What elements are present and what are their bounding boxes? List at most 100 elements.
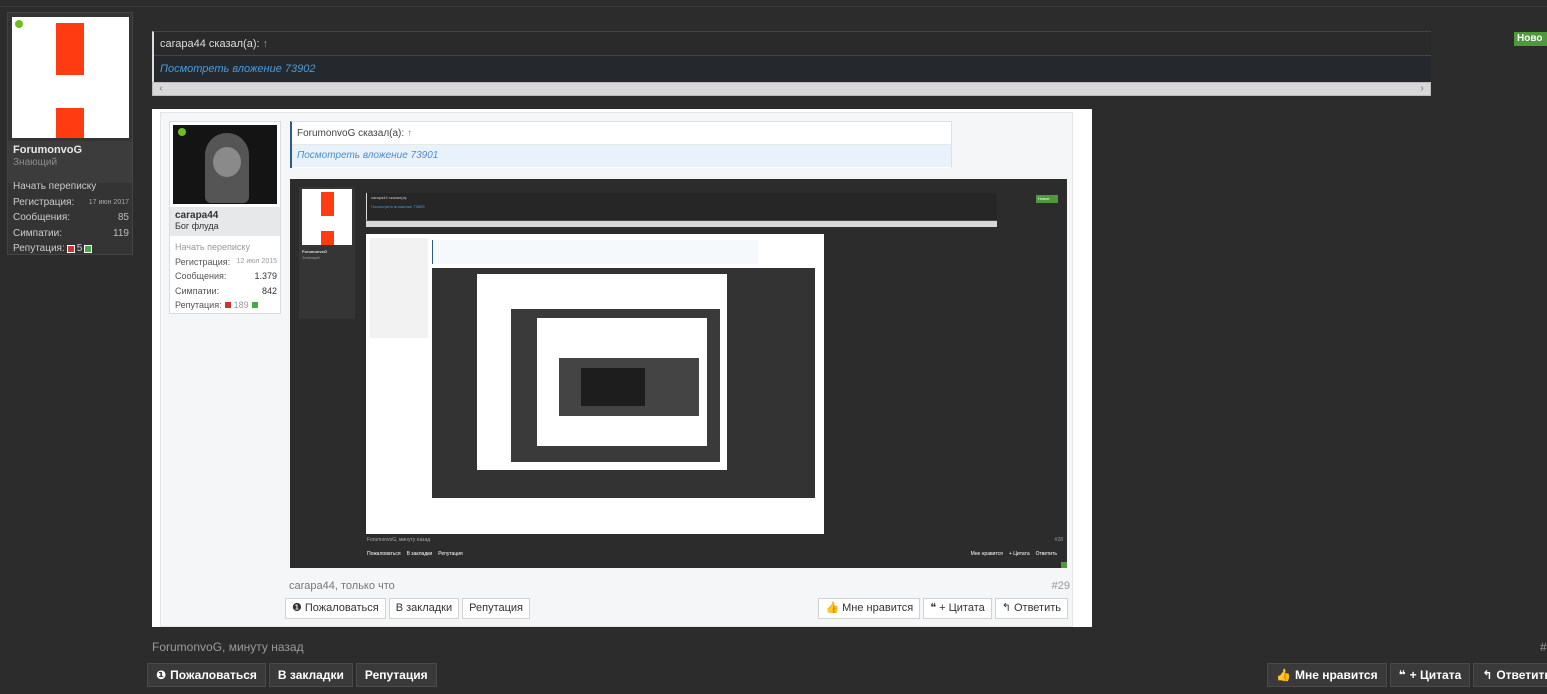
- embedded-like-button: 👍 Мне нравится: [818, 598, 921, 619]
- avatar-figure-detail: [213, 147, 241, 177]
- nested-post-meta: ForumonvoG, минуту назад: [367, 537, 431, 543]
- quote-header: сarapa44 сказал(а): ↑: [154, 32, 1431, 56]
- scroll-left-icon[interactable]: ‹: [155, 83, 167, 95]
- embedded-messages-row: Сообщения: 1.379: [175, 271, 277, 282]
- embedded-reputation-row: Репутация: 189: [175, 298, 277, 313]
- embedded-post-panel: сarapa44 Бог флуда Начать переписку Реги…: [160, 112, 1073, 627]
- user-title: Знающий: [13, 157, 58, 168]
- likes-row: Симпатии: 119: [13, 227, 129, 239]
- nested-new-badge: Новое: [1036, 195, 1058, 203]
- nested-dark-post-3: [559, 358, 699, 416]
- nested-report-button: Пожаловаться: [367, 551, 401, 557]
- online-indicator: [15, 20, 23, 28]
- alert-icon: ❶: [156, 668, 167, 682]
- post-buttons-left: ❶ Пожаловаться В закладки Репутация: [147, 663, 437, 687]
- nested-dark-post: [432, 268, 815, 498]
- nested-light-quote: [432, 240, 758, 264]
- nested-buttons-left: Пожаловаться В закладки Репутация: [367, 551, 463, 557]
- nested-photo: [581, 368, 645, 406]
- embedded-reputation-button: Репутация: [462, 598, 531, 619]
- nested-scrollbar: [366, 221, 997, 227]
- like-button[interactable]: 👍 Мне нравится: [1267, 663, 1387, 687]
- reputation-row: Репутация: 5: [13, 241, 129, 257]
- embedded-quote-header: ForumonvoG сказал(а): ↑: [292, 122, 951, 145]
- user-name-box: ForumonvoG Знающий: [8, 141, 132, 183]
- embedded-quote-jump-icon: ↑: [406, 128, 412, 139]
- nested-light-post-3: [537, 318, 707, 446]
- avatar-logo-bottom: [56, 108, 84, 138]
- post-number[interactable]: #: [1540, 640, 1547, 654]
- alert-icon: ❶: [292, 602, 302, 614]
- embedded-avatar: [173, 125, 277, 204]
- nested-reply-button: Ответить: [1035, 551, 1057, 557]
- embedded-reputation-minus-icon: [223, 301, 232, 310]
- attachment-link[interactable]: Посмотреть вложение 73902: [154, 56, 1431, 82]
- embedded-buttons-left: ❶ Пожаловаться В закладки Репутация: [285, 598, 531, 619]
- embedded-user-title: Бог флуда: [175, 221, 219, 231]
- embedded-post-number: #29: [1051, 580, 1070, 592]
- username[interactable]: ForumonvoG: [13, 144, 127, 156]
- reputation-button[interactable]: Репутация: [355, 663, 437, 687]
- nested-quote-button: + Цитата: [1008, 551, 1030, 557]
- embedded-start-conversation: Начать переписку: [175, 242, 250, 253]
- embedded-online-indicator: [178, 128, 186, 136]
- nested-screenshot: ForumonvoG Знающий сarapa44 сказал(а): П…: [290, 179, 1067, 568]
- nested-light-user-card: [370, 238, 428, 338]
- quote-button[interactable]: ❝ + Цитата: [1389, 663, 1471, 687]
- nested-avatar: [302, 189, 352, 245]
- reply-button[interactable]: ↰ Ответить: [1473, 663, 1547, 687]
- avatar-logo-top: [56, 23, 84, 75]
- post-meta[interactable]: ForumonvoG, минуту назад: [152, 640, 304, 654]
- nested-light-post-2: [477, 274, 727, 470]
- nested-bookmark-button: В закладки: [406, 551, 433, 557]
- nested-quote-attachment: Посмотреть вложение 73899: [371, 204, 425, 209]
- new-badge: Ново: [1514, 32, 1547, 46]
- start-conversation-link[interactable]: Начать переписку: [13, 179, 129, 195]
- quote-block: сarapa44 сказал(а): ↑ Посмотреть вложени…: [152, 31, 1431, 82]
- nested-dark-post-2: [511, 309, 720, 462]
- embedded-screenshot[interactable]: сarapa44 Бог флуда Начать переписку Реги…: [152, 109, 1092, 627]
- embedded-quote-button: ❝ + Цитата: [923, 598, 992, 619]
- embedded-username: сarapa44: [175, 210, 219, 221]
- embedded-quote: ForumonvoG сказал(а): ↑ Посмотреть вложе…: [290, 121, 952, 168]
- nested-quote-header: сarapa44 сказал(а):: [371, 195, 408, 200]
- embedded-post-meta: сarapa44, только что: [289, 580, 395, 592]
- user-card: ForumonvoG Знающий Начать переписку Реги…: [7, 12, 133, 255]
- embedded-user-stats: Начать переписку Регистрация: 12 июл 2015…: [175, 240, 277, 313]
- post-buttons-right: 👍 Мне нравится ❝ + Цитата ↰ Ответить: [1267, 663, 1547, 687]
- nested-light-post: [366, 234, 824, 534]
- quote-jump-icon[interactable]: ↑: [263, 38, 269, 50]
- embedded-attachment-link: Посмотреть вложение 73901: [292, 145, 951, 167]
- reputation-minus-icon[interactable]: [66, 244, 75, 253]
- nested-user-title: Знающий: [302, 255, 320, 260]
- nested-logo-top: [321, 192, 334, 216]
- horizontal-scrollbar[interactable]: ‹ ›: [152, 82, 1431, 96]
- nested-user-card: ForumonvoG Знающий: [299, 187, 355, 319]
- thumbs-up-icon: 👍: [825, 602, 840, 614]
- nested-corner-badge: [1061, 562, 1067, 568]
- bookmark-button[interactable]: В закладки: [268, 663, 353, 687]
- avatar[interactable]: [12, 17, 129, 138]
- report-button[interactable]: ❶ Пожаловаться: [147, 663, 266, 687]
- thumbs-up-icon: 👍: [1276, 668, 1291, 682]
- embedded-report-button: ❶ Пожаловаться: [285, 598, 386, 619]
- registration-row: Регистрация: 17 июн 2017: [13, 196, 129, 208]
- quote-icon: ❝: [930, 602, 937, 614]
- embedded-reputation-plus-icon: [250, 301, 259, 310]
- reply-icon: ↰: [1001, 602, 1011, 614]
- scroll-right-icon[interactable]: ›: [1416, 83, 1428, 95]
- embedded-likes-row: Симпатии: 842: [175, 285, 277, 296]
- reply-icon: ↰: [1482, 668, 1493, 682]
- user-stats: Начать переписку Регистрация: 17 июн 2017…: [13, 179, 129, 257]
- nested-logo-bottom: [321, 231, 334, 245]
- nested-post-number: #28: [1054, 537, 1063, 543]
- reputation-plus-icon[interactable]: [84, 244, 93, 253]
- embedded-buttons-right: 👍 Мне нравится ❝ + Цитата ↰ Ответить: [818, 598, 1068, 619]
- embedded-registration-row: Регистрация: 12 июл 2015: [175, 256, 277, 267]
- top-divider: [0, 6, 1547, 7]
- messages-row: Сообщения: 85: [13, 212, 129, 224]
- embedded-reply-button: ↰ Ответить: [994, 598, 1068, 619]
- nested-quote: сarapa44 сказал(а): Посмотреть вложение …: [366, 193, 997, 221]
- nested-buttons-right: Мне нравится + Цитата Ответить: [971, 551, 1057, 557]
- embedded-name-box: сarapa44 Бог флуда: [170, 207, 280, 236]
